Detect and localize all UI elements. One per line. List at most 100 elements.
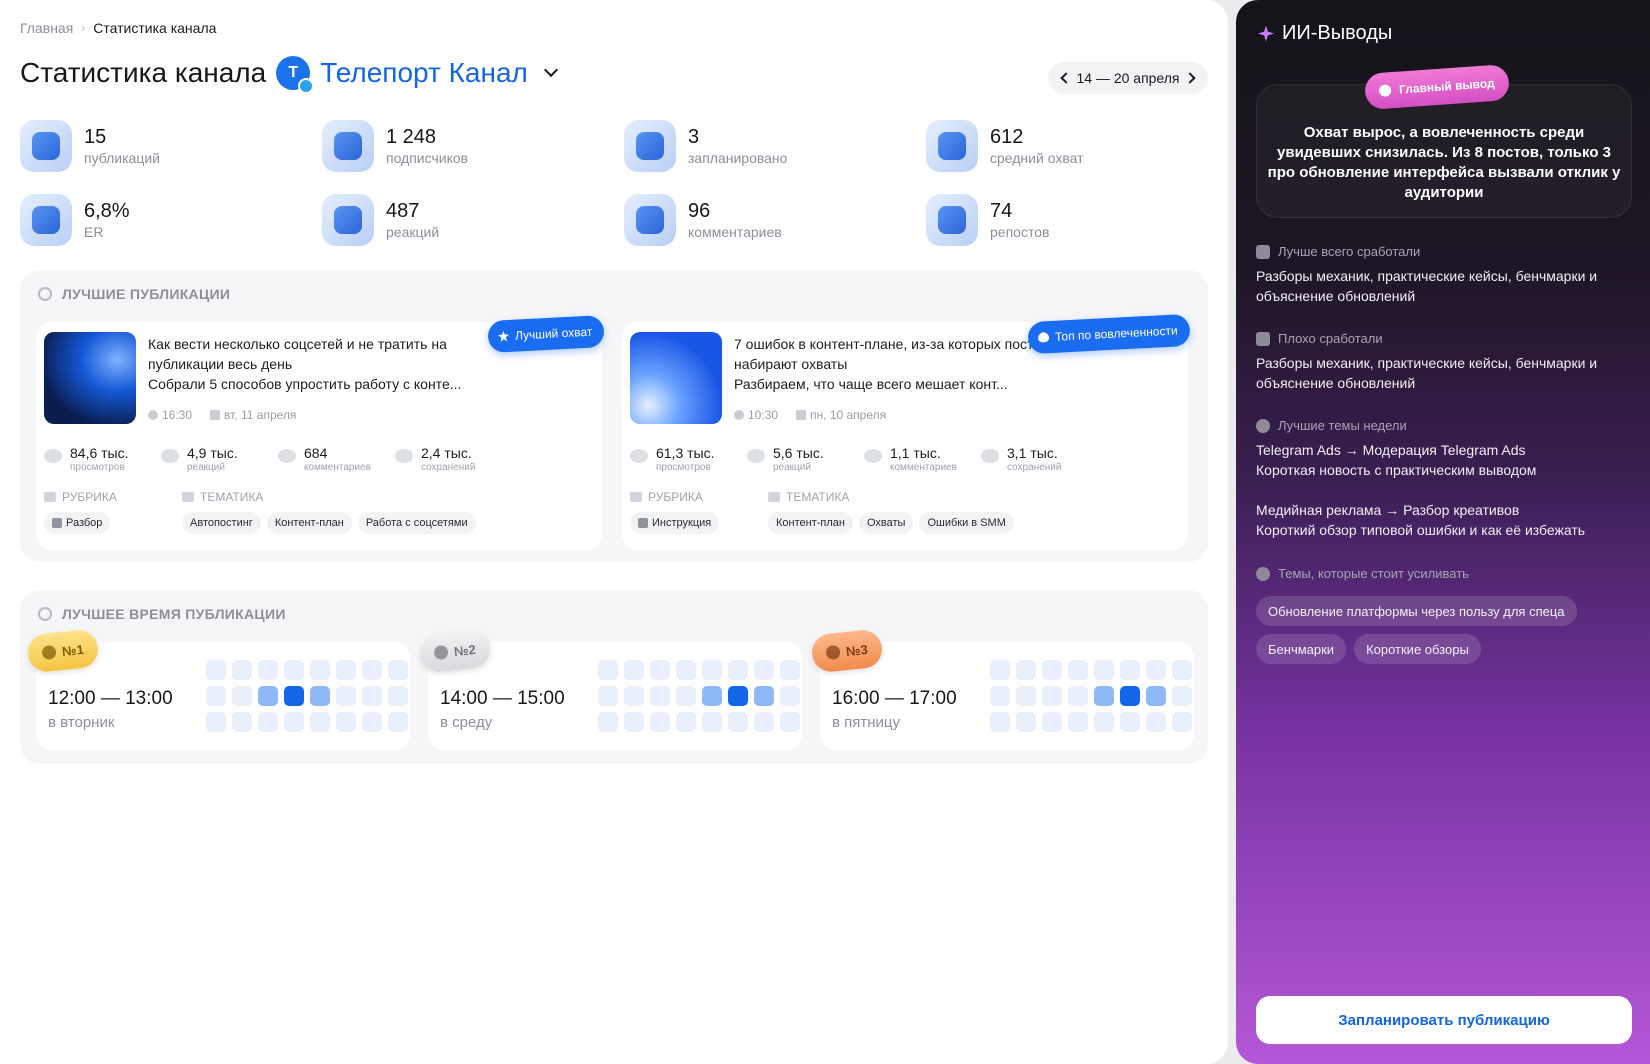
ai-section-title: Плохо сработали: [1278, 331, 1383, 346]
stat-label: подписчиков: [386, 150, 469, 166]
theme-icon: [182, 492, 194, 502]
publication-card[interactable]: Как вести несколько соцсетей и не тратит…: [36, 314, 605, 550]
rubric-header-text: РУБРИКА: [62, 490, 117, 504]
theme-header: ТЕМАТИКА: [182, 490, 476, 504]
page-title: Статистика канала: [20, 57, 267, 88]
breadcrumb-home-link[interactable]: Главная: [20, 20, 73, 36]
rubric-chip[interactable]: Инструкция: [630, 512, 720, 534]
rubric-group: РУБРИКА Инструкция: [630, 490, 768, 534]
time-range: 12:00 — 13:00: [48, 688, 173, 709]
heatmap-grid: [206, 660, 408, 732]
time-slot-card[interactable]: №2 14:00 — 15:00 в среду: [418, 628, 802, 750]
clock-icon: [148, 410, 158, 420]
heatmap-cell: [232, 660, 252, 680]
stat-publications: 15 публикаций: [20, 118, 322, 174]
chevron-down-icon[interactable]: [543, 62, 558, 78]
rank-label: №2: [453, 641, 477, 659]
stat-subscribers: 1 248 подписчиков: [322, 118, 624, 174]
breadcrumb-separator-icon: ›: [81, 21, 86, 35]
heatmap-cell: [598, 712, 618, 732]
heatmap-cell: [780, 660, 800, 680]
ai-section-text: Разборы механик, практические кейсы, бен…: [1256, 355, 1598, 391]
ai-worst-section: Плохо сработали Разборы механик, практич…: [1256, 331, 1636, 393]
theme-chip[interactable]: Охваты: [858, 512, 914, 534]
stat-value: 6,8%: [84, 200, 130, 222]
topic-item-title: Telegram Ads → Модерация Telegram Ads: [1256, 442, 1526, 458]
main-insight-badge-label: Главный вывод: [1398, 75, 1496, 97]
heatmap-cell: [702, 712, 722, 732]
publication-time-text: 10:30: [748, 408, 779, 422]
publication-thumbnail: [44, 332, 136, 424]
stat-reposts: 74 репостов: [926, 192, 1228, 248]
publication-card[interactable]: 7 ошибок в контент-плане, из-за которых …: [622, 313, 1191, 550]
heatmap-cell: [310, 712, 330, 732]
heart-icon: [747, 449, 765, 463]
publication-date-text: вт, 11 апреля: [224, 408, 297, 422]
clock-icon: [433, 644, 449, 661]
heatmap-cell: [362, 712, 382, 732]
heatmap-cell: [1146, 686, 1166, 706]
rubric-chip-icon: [52, 518, 62, 528]
ai-section-title: Темы, которые стоит усиливать: [1278, 566, 1469, 581]
info-icon: [1256, 566, 1270, 581]
heatmap-cell: [598, 686, 618, 706]
time-slot-card[interactable]: №1 12:00 — 13:00 в вторник: [26, 628, 410, 750]
theme-chip[interactable]: Контент-план: [266, 512, 352, 534]
boost-topic-chip[interactable]: Короткие обзоры: [1354, 634, 1481, 664]
time-slot-card[interactable]: №3 16:00 — 17:00 в пятницу: [810, 628, 1194, 750]
boost-topic-chip[interactable]: Бенчмарки: [1256, 634, 1347, 664]
thumb-up-icon: [322, 194, 374, 246]
calendar-icon: [210, 410, 221, 420]
main-content: Главная › Статистика канала Статистика к…: [0, 0, 1228, 1064]
topic-item-text: Короткий обзор типовой ошибки и как её и…: [1256, 522, 1586, 538]
heatmap-cell: [362, 660, 382, 680]
publication-time: 10:30: [734, 408, 778, 422]
theme-chip[interactable]: Автопостинг: [182, 512, 261, 534]
rubric-icon: [630, 492, 642, 502]
heatmap-cell: [310, 686, 330, 706]
metric-label: сохранений: [1007, 462, 1062, 473]
prev-week-icon[interactable]: [1060, 72, 1072, 84]
stats-grid: 15 публикаций 1 248 подписчиков 3 запланиро…: [20, 118, 1210, 248]
heatmap-cell: [728, 660, 748, 680]
schedule-publication-button[interactable]: Запланировать публикацию: [1256, 996, 1632, 1044]
section-title-text: ЛУЧШЕЕ ВРЕМЯ ПУБЛИКАЦИИ: [62, 606, 286, 622]
metric-comments: 684 комментариев: [278, 444, 395, 474]
heatmap-cell: [728, 686, 748, 706]
next-week-icon[interactable]: [1184, 72, 1196, 84]
heatmap-cell: [1042, 686, 1062, 706]
publication-date: вт, 11 апреля: [210, 408, 296, 422]
heatmap-cell: [232, 686, 252, 706]
heatmap-cell: [1172, 686, 1192, 706]
ai-section-header: Плохо сработали: [1256, 331, 1636, 346]
thumb-up-icon: [1256, 244, 1270, 259]
heatmap-cell: [1068, 712, 1088, 732]
rubric-chip[interactable]: Разбор: [44, 512, 111, 534]
metric-value: 84,6 тыс.: [70, 445, 129, 461]
heatmap-cell: [362, 686, 382, 706]
theme-chip[interactable]: Ошибки в SMM: [919, 512, 1014, 534]
heatmap-cell: [232, 712, 252, 732]
heatmap-cell: [1146, 712, 1166, 732]
heatmap-cell: [336, 686, 356, 706]
heatmap-cell: [1172, 712, 1192, 732]
heatmap-cell: [258, 686, 278, 706]
heatmap-cell: [258, 660, 278, 680]
theme-chip[interactable]: Контент-план: [768, 512, 853, 534]
stat-reactions: 487 реакций: [322, 192, 624, 248]
channel-selector[interactable]: Телепорт Канал: [320, 57, 528, 89]
heatmap-cell: [284, 686, 304, 706]
metric-value: 684: [304, 445, 328, 461]
heatmap-cell: [206, 712, 226, 732]
metric-value: 1,1 тыс.: [890, 445, 941, 461]
heatmap-cell: [650, 712, 670, 732]
heatmap-cell: [990, 660, 1010, 680]
theme-chip[interactable]: Работа с соцсетями: [357, 512, 476, 534]
publication-time-text: 16:30: [162, 408, 193, 422]
heatmap-cell: [702, 660, 722, 680]
boost-topic-chip[interactable]: Обновление платформы через пользу для сп…: [1256, 596, 1577, 626]
metric-label: комментариев: [890, 462, 957, 473]
rubric-header: РУБРИКА: [44, 490, 182, 504]
eye-icon: [44, 449, 62, 463]
badge-label: Топ по вовлеченности: [1054, 323, 1179, 344]
